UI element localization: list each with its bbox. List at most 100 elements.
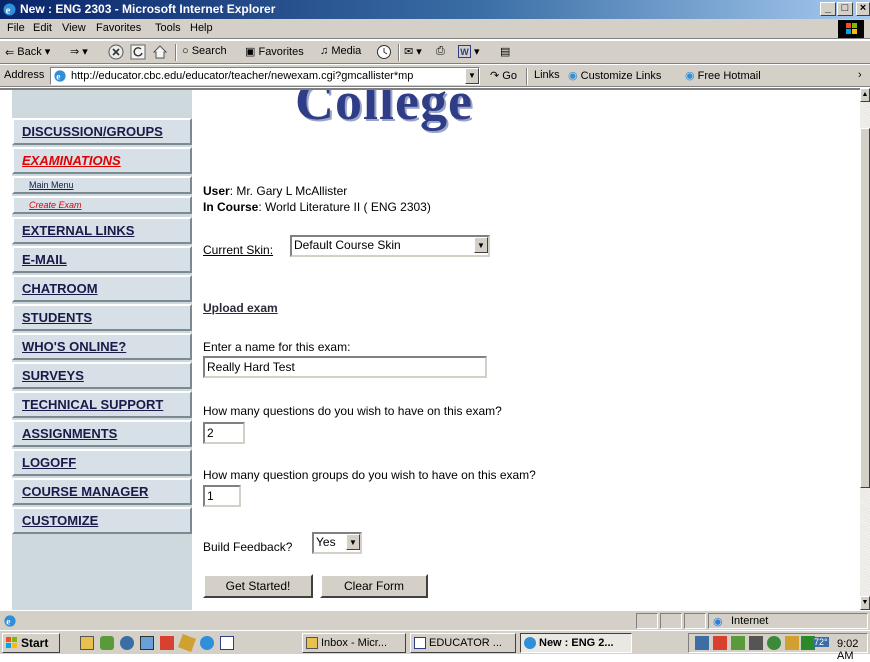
nav-course-manager[interactable]: COURSE MANAGER	[12, 478, 192, 505]
scrollbar-thumb[interactable]	[860, 128, 870, 488]
nav-main-menu[interactable]: Main Menu	[12, 176, 192, 194]
taskbar: Start Inbox - Micr... EDUCATOR ... New :…	[0, 630, 870, 662]
go-button[interactable]: ↷ Go	[490, 69, 517, 82]
nav-chatroom[interactable]: CHATROOM	[12, 275, 192, 302]
history-icon[interactable]	[376, 44, 392, 60]
media-icon: ♫	[320, 45, 329, 57]
back-arrow-icon: ⇐	[5, 46, 15, 59]
chevron-right-icon[interactable]: ›	[858, 69, 862, 81]
windows-flag-icon	[6, 637, 18, 649]
windows-logo-icon	[838, 20, 864, 38]
start-button[interactable]: Start	[2, 633, 60, 653]
user-label: User	[203, 184, 230, 198]
toolbar-separator	[398, 44, 400, 61]
get-started-button[interactable]: Get Started!	[203, 574, 313, 598]
print-icon: ⎙	[436, 45, 445, 57]
nav-assignments[interactable]: ASSIGNMENTS	[12, 420, 192, 447]
print-button[interactable]: ⎙	[436, 45, 445, 58]
groups-count-label: How many question groups do you wish to …	[203, 468, 536, 482]
title-bar: e New : ENG 2303 - Microsoft Internet Ex…	[0, 0, 870, 19]
quick-launch-icon[interactable]	[160, 636, 174, 650]
scroll-up-arrow-icon[interactable]: ▲	[860, 88, 870, 102]
discuss-button[interactable]: ▤	[500, 45, 510, 58]
tray-icon[interactable]	[749, 636, 763, 650]
menu-file[interactable]: File	[7, 22, 25, 34]
menu-edit[interactable]: Edit	[33, 22, 52, 34]
college-logo-text: College	[295, 88, 473, 131]
address-dropdown-arrow[interactable]: ▼	[465, 68, 479, 84]
chevron-down-icon[interactable]: ▼	[346, 534, 360, 550]
task-educator[interactable]: EDUCATOR ...	[410, 633, 516, 653]
nav-technical-support[interactable]: TECHNICAL SUPPORT	[12, 391, 192, 418]
quick-launch-icon[interactable]	[120, 636, 134, 650]
quick-launch-icon[interactable]	[80, 636, 94, 650]
mail-button[interactable]: ✉ ▾	[404, 45, 422, 58]
clock[interactable]: 9:02 AM	[837, 638, 867, 662]
skin-select-value: Default Course Skin	[294, 238, 401, 252]
nav-students[interactable]: STUDENTS	[12, 304, 192, 331]
feedback-select[interactable]: Yes ▼	[312, 532, 362, 554]
minimize-button[interactable]: _	[820, 2, 836, 16]
exam-name-input[interactable]: Really Hard Test	[203, 356, 487, 378]
refresh-icon[interactable]	[130, 44, 146, 60]
feedback-label: Build Feedback?	[203, 540, 293, 554]
tray-icon[interactable]	[767, 636, 781, 650]
task-new-eng[interactable]: New : ENG 2...	[520, 633, 632, 653]
skin-select[interactable]: Default Course Skin ▼	[290, 235, 490, 257]
menu-favorites[interactable]: Favorites	[96, 22, 141, 34]
mail-icon: ✉	[404, 46, 414, 58]
go-arrow-icon: ↷	[490, 70, 500, 82]
quick-launch-icon[interactable]	[178, 634, 196, 652]
media-button[interactable]: ♫ Media	[320, 45, 361, 57]
chevron-down-icon[interactable]: ▼	[474, 237, 488, 253]
skin-label: Current Skin:	[203, 243, 274, 257]
nav-examinations[interactable]: EXAMINATIONS	[12, 147, 192, 174]
nav-create-exam[interactable]: Create Exam	[12, 196, 192, 214]
nav-logoff[interactable]: LOGOFF	[12, 449, 192, 476]
scroll-down-arrow-icon[interactable]: ▼	[860, 596, 870, 610]
quick-launch-icon[interactable]	[140, 636, 154, 650]
toolbar-separator	[526, 68, 528, 85]
nav-discussion-groups[interactable]: DISCUSSION/GROUPS	[12, 118, 192, 145]
vertical-scrollbar[interactable]: ▲ ▼	[860, 88, 870, 610]
nav-surveys[interactable]: SURVEYS	[12, 362, 192, 389]
nav-email[interactable]: E-MAIL	[12, 246, 192, 273]
menu-help[interactable]: Help	[190, 22, 213, 34]
course-label: In Course	[203, 200, 259, 214]
quick-launch-icon[interactable]	[220, 636, 234, 650]
tray-icon[interactable]	[785, 636, 799, 650]
nav-external-links[interactable]: EXTERNAL LINKS	[12, 217, 192, 244]
quick-launch-icon[interactable]	[200, 636, 214, 650]
questions-count-input[interactable]: 2	[203, 422, 245, 444]
tray-icon[interactable]	[713, 636, 727, 650]
clear-form-button[interactable]: Clear Form	[320, 574, 428, 598]
close-button[interactable]: ×	[856, 2, 870, 16]
nav-whos-online[interactable]: WHO'S ONLINE?	[12, 333, 192, 360]
free-hotmail-link[interactable]: ◉ Free Hotmail	[685, 69, 761, 82]
quick-launch-icon[interactable]	[100, 636, 114, 650]
back-button[interactable]: ⇐ Back ▾	[5, 45, 50, 59]
task-inbox[interactable]: Inbox - Micr...	[302, 633, 406, 653]
stop-icon[interactable]	[108, 44, 124, 60]
menu-tools[interactable]: Tools	[155, 22, 181, 34]
menu-view[interactable]: View	[62, 22, 86, 34]
upload-exam-link[interactable]: Upload exam	[203, 301, 278, 315]
address-input[interactable]: e http://educator.cbc.edu/educator/teach…	[50, 67, 480, 85]
tray-icon[interactable]	[731, 636, 745, 650]
weather-badge[interactable]: 72°	[813, 637, 829, 647]
svg-text:e: e	[6, 618, 10, 628]
questions-count-label: How many questions do you wish to have o…	[203, 404, 502, 418]
edit-word-button[interactable]: W ▾	[458, 45, 480, 58]
favorites-button[interactable]: ▣ Favorites	[245, 45, 304, 58]
search-button[interactable]: ○ Search	[182, 45, 227, 57]
customize-links-link[interactable]: ◉ Customize Links	[568, 69, 661, 82]
nav-customize[interactable]: CUSTOMIZE	[12, 507, 192, 534]
forward-button[interactable]: ⇒ ▾	[70, 45, 88, 58]
tray-icon[interactable]	[695, 636, 709, 650]
zone-label: Internet	[731, 615, 769, 627]
home-icon[interactable]	[152, 44, 168, 60]
status-cell	[660, 613, 682, 629]
maximize-button[interactable]: □	[837, 2, 853, 16]
groups-count-input[interactable]: 1	[203, 485, 241, 507]
zone-cell: ◉ Internet	[708, 613, 868, 629]
